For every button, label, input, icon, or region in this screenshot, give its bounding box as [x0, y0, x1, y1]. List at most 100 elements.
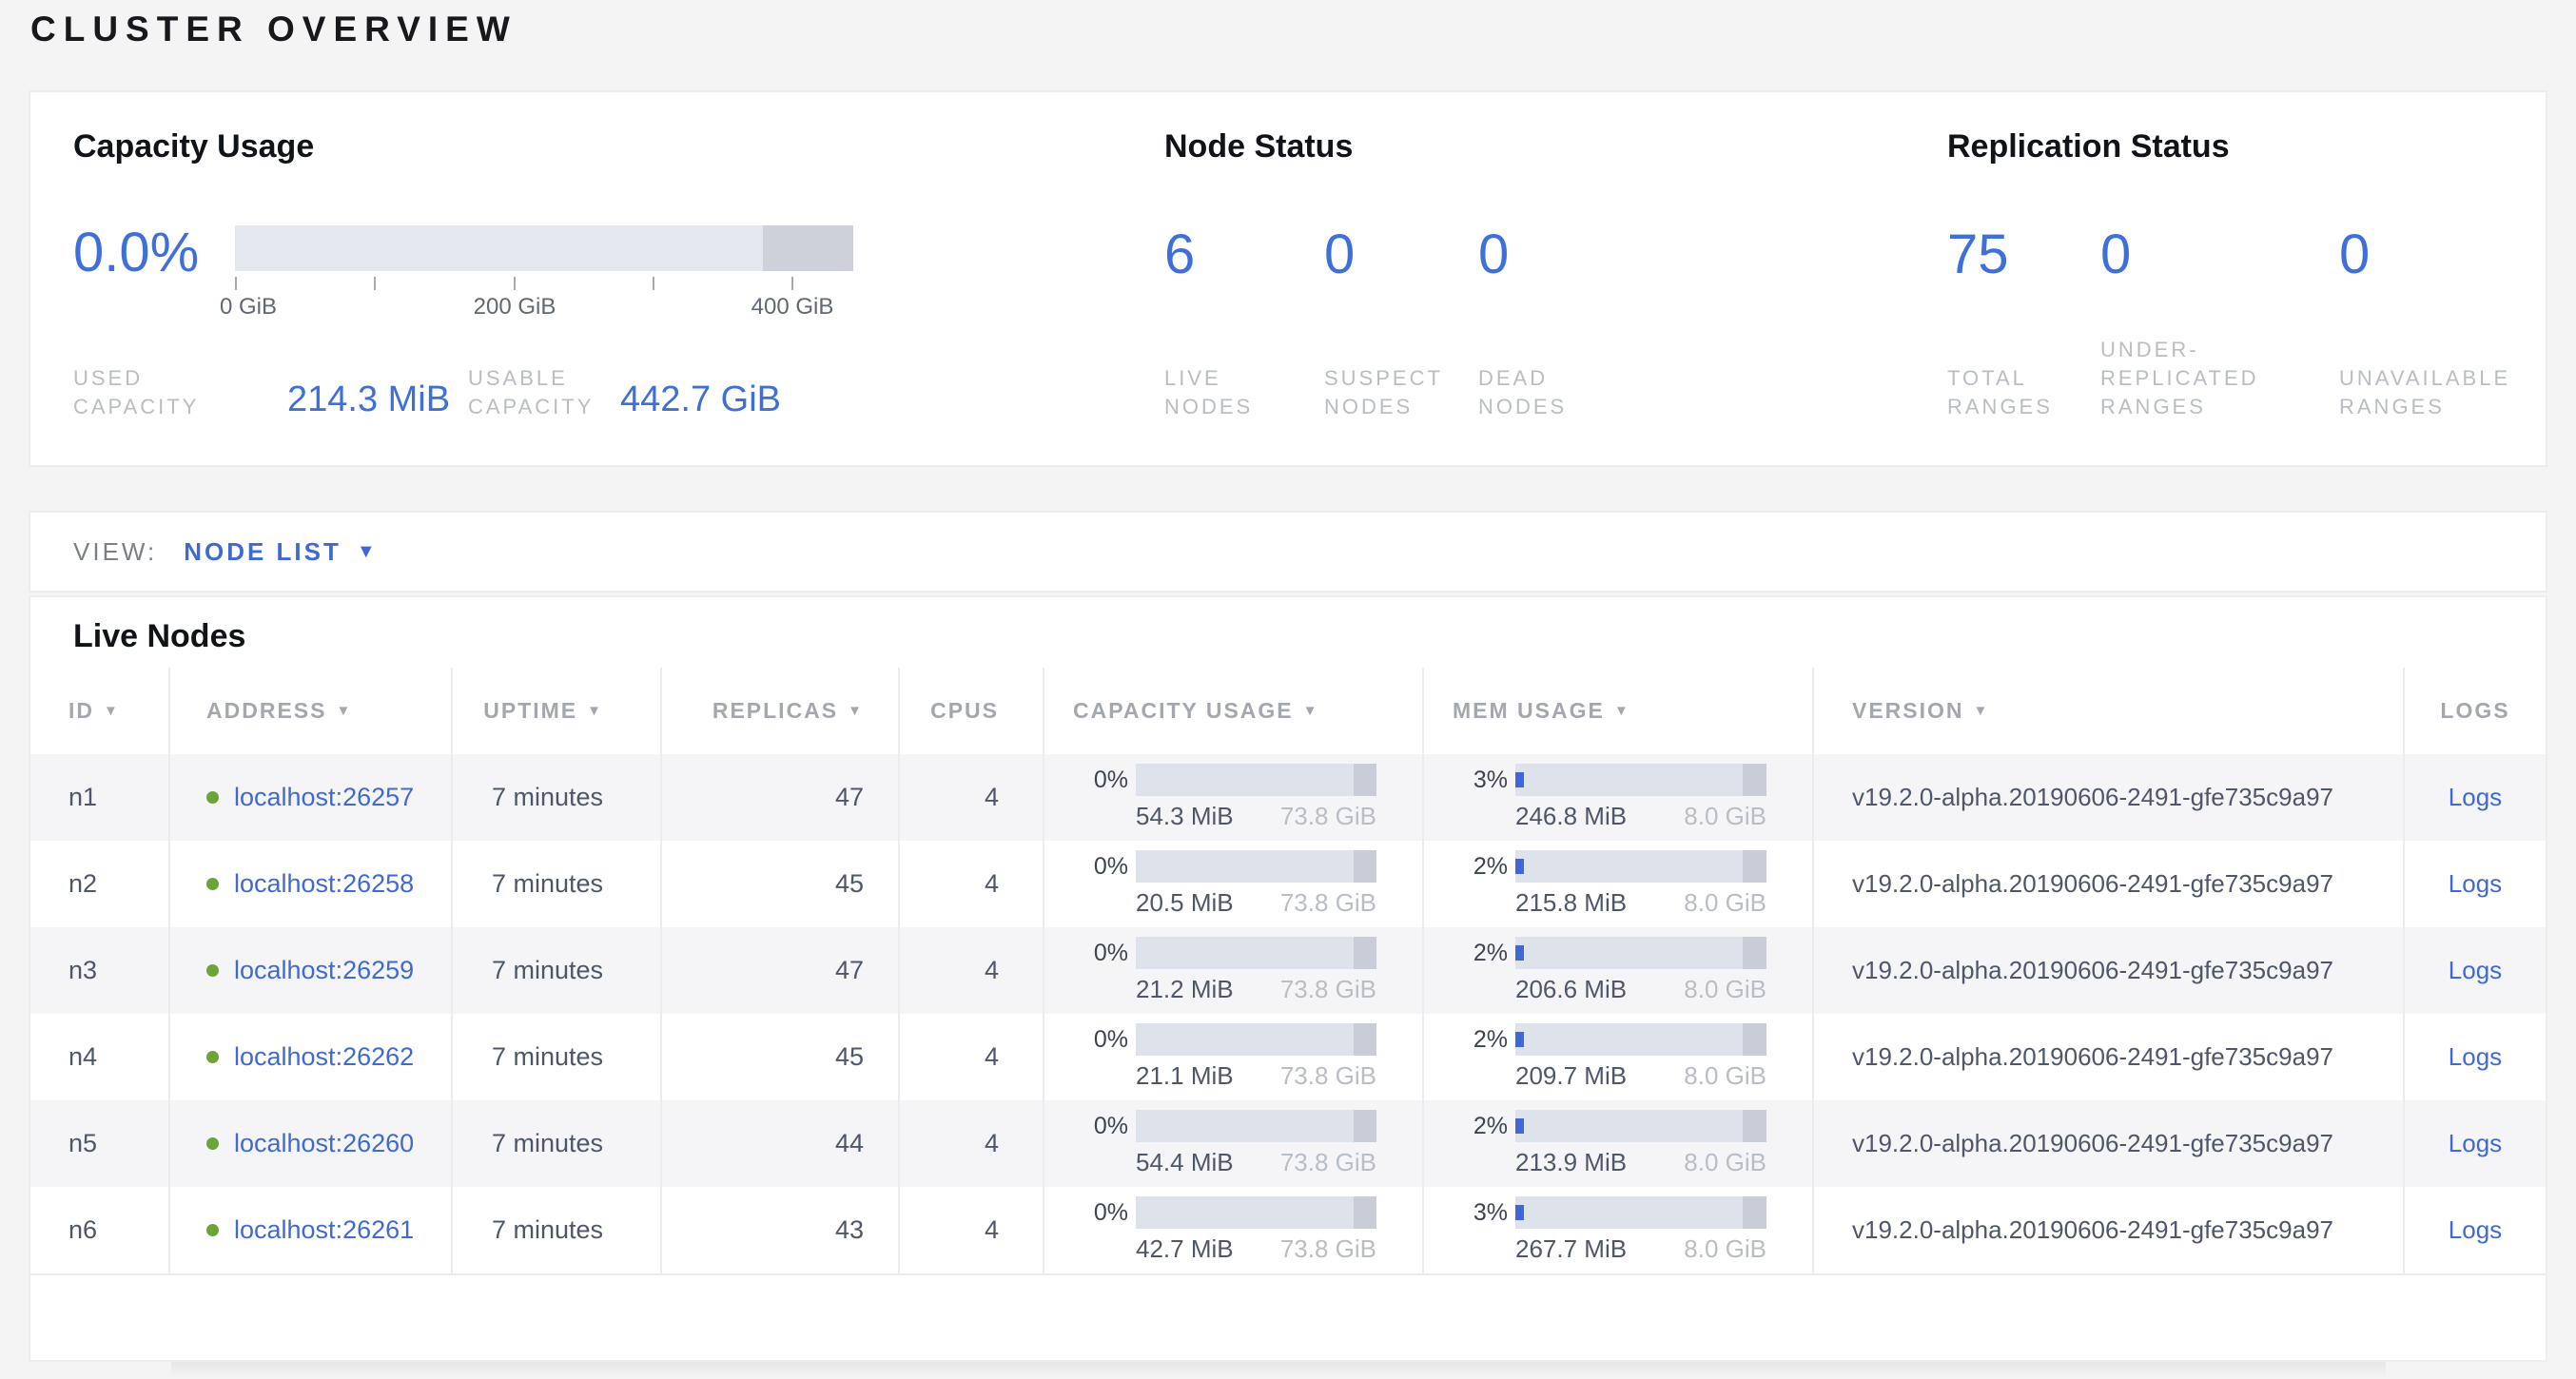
capacity-total-value: 73.8 GiB	[1280, 802, 1376, 831]
under-replicated-ranges-label: UNDER- REPLICATED RANGES	[2100, 336, 2259, 421]
col-header-replicas[interactable]: REPLICAS▼	[662, 668, 900, 754]
node-address-cell: localhost:26260	[170, 1100, 453, 1187]
uptime-cell: 7 minutes	[453, 1014, 662, 1100]
version-cell: v19.2.0-alpha.20190606-2491-gfe735c9a97	[1814, 1100, 2405, 1187]
capacity-usage-title: Capacity Usage	[73, 128, 314, 165]
mem-used-value: 209.7 MiB	[1515, 1061, 1627, 1091]
logs-link[interactable]: Logs	[2449, 1042, 2502, 1072]
unavailable-ranges-label: UNAVAILABLE RANGES	[2339, 364, 2510, 421]
mem-total-value: 8.0 GiB	[1684, 1234, 1766, 1264]
mem-used-value: 246.8 MiB	[1515, 802, 1627, 831]
mem-bar-dark-segment	[1743, 1023, 1766, 1056]
node-address-cell: localhost:26262	[170, 1014, 453, 1100]
logs-cell: Logs	[2405, 1014, 2546, 1100]
mem-used-value: 215.8 MiB	[1515, 888, 1627, 918]
logs-link[interactable]: Logs	[2449, 869, 2502, 899]
mem-percent: 2%	[1451, 1026, 1508, 1054]
logs-link[interactable]: Logs	[2449, 1129, 2502, 1158]
node-status-title: Node Status	[1164, 128, 1353, 165]
capacity-used-value: 21.1 MiB	[1136, 1061, 1234, 1091]
mem-usage-cell: 3% 246.8 MiB8.0 GiB	[1424, 754, 1814, 841]
sort-icon: ▼	[1303, 703, 1319, 719]
cpus-cell: 4	[900, 841, 1044, 927]
capacity-usage-chart: 0.0% 0 GiB 200 GiB 400 GiB	[73, 225, 853, 315]
node-address-link[interactable]: localhost:26262	[234, 1042, 414, 1072]
node-live-dot	[206, 1224, 219, 1236]
col-header-cpus: CPUS	[900, 668, 1044, 754]
mem-usage-cell: 2% 213.9 MiB8.0 GiB	[1424, 1100, 1814, 1187]
capacity-axis: 0 GiB 200 GiB 400 GiB	[235, 271, 853, 315]
mem-bar-dark-segment	[1743, 764, 1766, 796]
axis-tick	[235, 277, 237, 290]
node-address-link[interactable]: localhost:26257	[234, 783, 414, 812]
col-header-id[interactable]: ID▼	[30, 668, 170, 754]
mem-usage-cell: 2% 206.6 MiB8.0 GiB	[1424, 927, 1814, 1014]
node-address-link[interactable]: localhost:26258	[234, 869, 414, 899]
chevron-down-icon: ▼	[357, 541, 376, 563]
uptime-cell: 7 minutes	[453, 1100, 662, 1187]
table-row: n1 localhost:26257 7 minutes 47 4 0% 54.…	[30, 754, 2546, 841]
capacity-bar-dark-segment	[1354, 1023, 1376, 1056]
capacity-used-percent: 0.0%	[73, 225, 235, 281]
unavailable-ranges-count: 0	[2339, 227, 2370, 282]
logs-cell: Logs	[2405, 927, 2546, 1014]
version-cell: v19.2.0-alpha.20190606-2491-gfe735c9a97	[1814, 754, 2405, 841]
mem-bar-dark-segment	[1743, 1110, 1766, 1142]
capacity-usage-cell: 0% 54.4 MiB73.8 GiB	[1044, 1100, 1424, 1187]
cpus-cell: 4	[900, 927, 1044, 1014]
uptime-cell: 7 minutes	[453, 927, 662, 1014]
axis-tick	[791, 277, 793, 290]
sort-icon: ▼	[1614, 703, 1630, 719]
suspect-nodes-count: 0	[1324, 227, 1355, 282]
capacity-bar	[1136, 1110, 1376, 1142]
node-address-link[interactable]: localhost:26259	[234, 956, 414, 985]
capacity-bar	[1136, 764, 1376, 796]
uptime-cell: 7 minutes	[453, 1187, 662, 1273]
capacity-total-value: 73.8 GiB	[1280, 1061, 1376, 1091]
mem-bar-fill	[1515, 945, 1524, 961]
capacity-percent: 0%	[1071, 1199, 1128, 1227]
live-nodes-title: Live Nodes	[73, 618, 245, 655]
capacity-percent: 0%	[1071, 940, 1128, 967]
version-cell: v19.2.0-alpha.20190606-2491-gfe735c9a97	[1814, 927, 2405, 1014]
logs-link[interactable]: Logs	[2449, 783, 2502, 812]
dead-nodes-count: 0	[1478, 227, 1509, 282]
col-header-uptime[interactable]: UPTIME▼	[453, 668, 662, 754]
total-ranges-label: TOTAL RANGES	[1947, 364, 2053, 421]
col-header-mem-usage[interactable]: MEM USAGE▼	[1424, 668, 1814, 754]
table-row: n3 localhost:26259 7 minutes 47 4 0% 21.…	[30, 927, 2546, 1014]
page-title: CLUSTER OVERVIEW	[30, 10, 517, 49]
mem-percent: 2%	[1451, 853, 1508, 881]
col-header-capacity-usage[interactable]: CAPACITY USAGE▼	[1044, 668, 1424, 754]
view-label: VIEW:	[73, 537, 157, 567]
capacity-usage-cell: 0% 21.2 MiB73.8 GiB	[1044, 927, 1424, 1014]
capacity-bar-dark-segment	[763, 225, 853, 271]
mem-bar-dark-segment	[1743, 1196, 1766, 1229]
mem-percent: 3%	[1451, 767, 1508, 794]
view-bar: VIEW: NODE LIST ▼	[29, 511, 2547, 592]
mem-used-value: 213.9 MiB	[1515, 1148, 1627, 1177]
logs-cell: Logs	[2405, 1187, 2546, 1273]
cpus-cell: 4	[900, 1100, 1044, 1187]
node-id-cell: n1	[30, 754, 170, 841]
mem-bar	[1515, 1110, 1766, 1142]
used-capacity-label: USED CAPACITY	[73, 364, 199, 421]
logs-link[interactable]: Logs	[2449, 1215, 2502, 1245]
mem-bar-dark-segment	[1743, 850, 1766, 883]
logs-link[interactable]: Logs	[2449, 956, 2502, 985]
node-address-link[interactable]: localhost:26260	[234, 1129, 414, 1158]
suspect-nodes-label: SUSPECT NODES	[1324, 364, 1443, 421]
col-header-version[interactable]: VERSION▼	[1814, 668, 2405, 754]
axis-tick	[653, 277, 654, 290]
table-row: n5 localhost:26260 7 minutes 44 4 0% 54.…	[30, 1100, 2546, 1187]
capacity-bar	[1136, 937, 1376, 969]
version-cell: v19.2.0-alpha.20190606-2491-gfe735c9a97	[1814, 1014, 2405, 1100]
node-id-cell: n4	[30, 1014, 170, 1100]
node-address-cell: localhost:26259	[170, 927, 453, 1014]
node-id-cell: n6	[30, 1187, 170, 1273]
mem-bar-fill	[1515, 859, 1524, 874]
view-mode-dropdown[interactable]: NODE LIST ▼	[184, 537, 375, 567]
node-address-link[interactable]: localhost:26261	[234, 1215, 414, 1245]
capacity-usage-cell: 0% 42.7 MiB73.8 GiB	[1044, 1187, 1424, 1273]
col-header-address[interactable]: ADDRESS▼	[170, 668, 453, 754]
